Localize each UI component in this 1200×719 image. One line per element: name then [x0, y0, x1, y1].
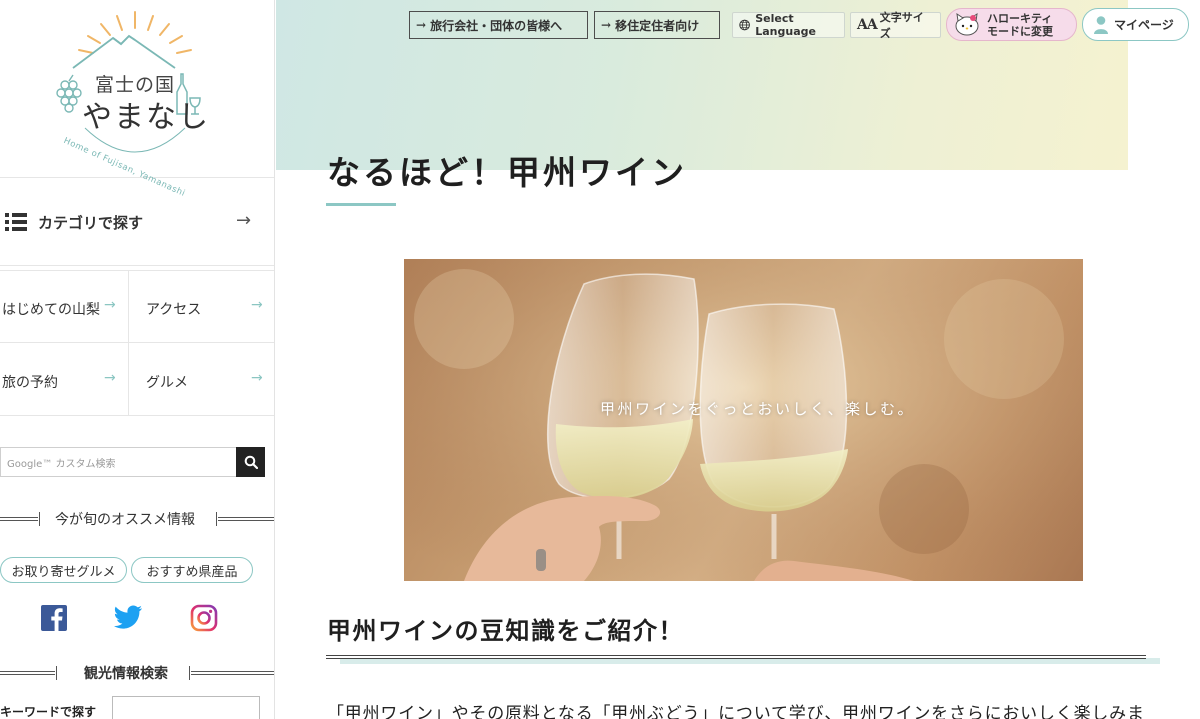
mypage-label: マイページ: [1114, 18, 1174, 32]
font-size-button[interactable]: AA 文字サイズ: [850, 11, 941, 40]
twitter-icon[interactable]: [113, 604, 143, 632]
tourism-search-heading: 観光情報検索: [0, 663, 274, 683]
arrow-right-icon: →: [601, 18, 612, 32]
category-search-label: カテゴリで探す: [38, 214, 144, 232]
instagram-icon[interactable]: [190, 604, 218, 632]
tourism-search-heading-text: 観光情報検索: [84, 666, 168, 682]
wine-toast-image: [404, 259, 1083, 581]
search-icon: [244, 455, 258, 469]
relocation-label: 移住定住者向け: [615, 18, 700, 33]
nav-item-label: はじめての山梨: [2, 302, 100, 318]
relocation-link[interactable]: → 移住定住者向け: [594, 11, 720, 39]
arrow-right-icon: →: [251, 297, 263, 313]
sidebar: 富士の国 やまなし Home of Fujisan, Yamanashi カテゴ…: [0, 0, 275, 719]
travel-agency-link[interactable]: → 旅行会社・団体の皆様へ: [409, 11, 588, 39]
photo-caption: 甲州ワインをぐっとおいしく、楽しむ。: [600, 400, 916, 418]
category-search-button[interactable]: カテゴリで探す →: [0, 180, 274, 266]
kitty-mode-line1: ハローキティ: [987, 11, 1053, 25]
sidebar-nav-grid: はじめての山梨 → アクセス → 旅の予約 → グルメ →: [0, 270, 274, 416]
nav-item-gourmet[interactable]: グルメ →: [129, 344, 274, 416]
mypage-button[interactable]: マイページ: [1082, 8, 1189, 41]
lead-paragraph: 「甲州ワイン」やその原料となる「甲州ぶどう」について学び、甲州ワインをさらにおい…: [327, 704, 1145, 719]
list-icon: [5, 213, 27, 231]
arrow-right-icon: →: [104, 370, 116, 386]
nav-item-label: アクセス: [146, 302, 202, 318]
search-button[interactable]: [236, 447, 265, 477]
select-language-label: Select Language: [755, 12, 816, 38]
kitty-mode-line2: モードに変更: [987, 24, 1053, 38]
pill-local-products[interactable]: おすすめ県産品: [131, 557, 253, 583]
arrow-right-icon: →: [416, 18, 427, 32]
nav-item-label: グルメ: [146, 375, 188, 391]
arrow-right-icon: →: [236, 210, 252, 231]
globe-icon: [739, 19, 750, 31]
search-input[interactable]: Google™ カスタム検索: [0, 447, 236, 477]
nav-item-first-time[interactable]: はじめての山梨 →: [0, 271, 128, 343]
user-icon: [1094, 15, 1108, 34]
travel-agency-label: 旅行会社・団体の皆様へ: [430, 18, 563, 33]
arrow-right-icon: →: [104, 297, 116, 313]
font-size-label: 文字サイズ: [879, 11, 924, 40]
nav-item-reservation[interactable]: 旅の予約 →: [0, 344, 128, 416]
font-size-icon: AA: [857, 17, 878, 33]
page-title: なるほど！甲州ワイン: [327, 153, 687, 192]
section-heading-rule: [326, 655, 1146, 659]
recommend-heading-text: 今が旬のオススメ情報: [55, 512, 195, 528]
recommend-heading: 今が旬のオススメ情報: [0, 509, 274, 529]
nav-divider: [128, 270, 129, 416]
title-underline: [326, 203, 396, 206]
hello-kitty-icon: [955, 12, 979, 35]
nav-item-label: 旅の予約: [2, 375, 58, 391]
hero-photo: [404, 259, 1083, 581]
pill-mail-order-gourmet[interactable]: お取り寄せグルメ: [0, 557, 127, 583]
keyword-input[interactable]: [112, 696, 260, 719]
nav-item-access[interactable]: アクセス →: [129, 271, 274, 343]
select-language-button[interactable]: Select Language: [732, 12, 845, 38]
section-heading: 甲州ワインの豆知識をご紹介！: [327, 616, 684, 645]
arrow-right-icon: →: [251, 370, 263, 386]
keyword-search-label: キーワードで探す: [0, 705, 97, 719]
site-search: Google™ カスタム検索: [0, 447, 265, 477]
hello-kitty-mode-button[interactable]: ハローキティ モードに変更: [946, 8, 1077, 41]
facebook-icon[interactable]: [40, 604, 68, 632]
logo-title-line2: やまなし: [82, 100, 210, 135]
site-logo[interactable]: 富士の国 やまなし Home of Fujisan, Yamanashi: [0, 0, 274, 199]
